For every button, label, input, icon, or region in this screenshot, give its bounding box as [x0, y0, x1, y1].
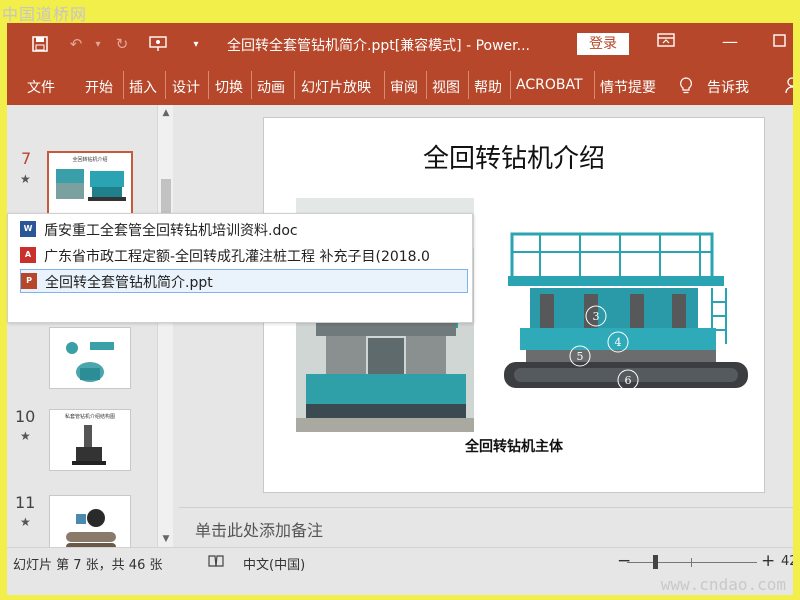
tab-separator [384, 71, 385, 99]
zoom-slider-track[interactable] [627, 562, 757, 563]
recent-file-label: 全回转全套管钻机简介.ppt [45, 275, 213, 291]
slide-caption[interactable]: 全回转钻机主体 [264, 436, 764, 456]
maximize-icon[interactable] [773, 32, 786, 51]
lightbulb-icon[interactable] [679, 77, 693, 99]
tab-review[interactable]: 审阅 [390, 77, 418, 97]
tab-help[interactable]: 帮助 [474, 77, 502, 97]
tab-design[interactable]: 设计 [172, 77, 200, 97]
undo-dropdown-icon[interactable]: ▾ [87, 33, 109, 55]
watermark-top: 中国道桥网 [2, 5, 88, 24]
recent-file-item[interactable]: A 广东省市政工程定额-全回转成孔灌注桩工程 补充子目(2018.0 [20, 244, 468, 266]
thumbnail-image [56, 169, 126, 201]
recent-files-popup: W 盾安重工全套管全回转钻机培训资料.doc A 广东省市政工程定额-全回转成孔… [7, 213, 473, 323]
minimize-icon[interactable]: — [722, 32, 738, 51]
login-button[interactable]: 登录 [577, 33, 629, 55]
recent-file-label: 广东省市政工程定额-全回转成孔灌注桩工程 补充子目(2018.0 [44, 249, 430, 265]
tab-separator [510, 71, 511, 99]
tab-home[interactable]: 开始 [85, 77, 113, 97]
zoom-slider-midmark [691, 558, 692, 567]
customize-toolbar-icon[interactable]: ▾ [185, 33, 207, 55]
zoom-out-button[interactable]: − [617, 551, 631, 571]
thumbnail-scrollbar[interactable]: ▲ ▼ [157, 105, 173, 547]
zoom-in-button[interactable]: + [761, 551, 775, 571]
tab-separator [426, 71, 427, 99]
thumbnail-image [66, 342, 114, 382]
callout-label: 3 [593, 310, 600, 323]
slide-thumbnail-7[interactable]: 全回转钻机介绍 [47, 151, 133, 219]
tab-animations[interactable]: 动画 [257, 77, 285, 97]
scroll-up-icon[interactable]: ▲ [158, 105, 174, 121]
recent-file-item[interactable]: W 盾安重工全套管全回转钻机培训资料.doc [20, 218, 468, 240]
document-title: 全回转全套管钻机简介.ppt[兼容模式] - Power... [227, 38, 530, 54]
ribbon-display-options-icon[interactable] [657, 32, 675, 52]
animation-star-icon: ★ [20, 172, 31, 186]
title-bar: ↶ ▾ ↻ ▾ 全回转全套管钻机简介.ppt[兼容模式] - Power... … [7, 23, 793, 65]
callout-label: 5 [577, 350, 584, 363]
account-icon[interactable] [785, 77, 793, 97]
ribbon-tabs: 文件 开始 插入 设计 切换 动画 幻灯片放映 审阅 视图 帮助 ACROBAT… [7, 65, 793, 105]
slide-number: 7 [21, 149, 32, 168]
tab-slideshow[interactable]: 幻灯片放映 [301, 77, 371, 97]
slide-thumbnail-10[interactable]: 私套管钻机介绍结构图 [49, 409, 131, 471]
watermark-bottom: www.cndao.com [660, 575, 786, 594]
slide-thumbnail-9[interactable] [49, 327, 131, 389]
callout-label: 6 [625, 374, 632, 387]
zoom-slider-knob[interactable] [653, 555, 658, 569]
slide-number: 11 [15, 493, 36, 512]
tab-separator [251, 71, 252, 99]
thumbnail-title: 私套管钻机介绍结构图 [64, 414, 115, 420]
slide-number: 10 [15, 407, 36, 426]
undo-icon[interactable]: ↶ [65, 33, 87, 55]
tab-separator [165, 71, 166, 99]
word-doc-icon: W [20, 221, 36, 237]
save-icon[interactable] [29, 33, 51, 55]
powerpoint-icon: P [21, 273, 37, 289]
notes-placeholder[interactable]: 单击此处添加备注 [195, 517, 323, 541]
animation-star-icon: ★ [20, 429, 31, 443]
tab-transitions[interactable]: 切换 [215, 77, 243, 97]
redo-icon[interactable]: ↻ [111, 33, 133, 55]
tab-file[interactable]: 文件 [27, 77, 55, 97]
tell-me-search[interactable]: 告诉我 [707, 77, 749, 97]
zoom-level[interactable]: 42 [781, 554, 793, 569]
tab-view[interactable]: 视图 [432, 77, 460, 97]
slide-count-status[interactable]: 幻灯片 第 7 张，共 46 张 [13, 554, 162, 573]
notes-pane[interactable]: 单击此处添加备注 [179, 507, 793, 547]
tab-acrobat[interactable]: ACROBAT [516, 77, 583, 93]
tab-separator [594, 71, 595, 99]
callout-label: 4 [615, 336, 622, 349]
spell-check-icon[interactable] [207, 554, 225, 572]
language-status[interactable]: 中文(中国) [243, 554, 305, 573]
tab-separator [123, 71, 124, 99]
tab-separator [294, 71, 295, 99]
status-bar: 幻灯片 第 7 张，共 46 张 中文(中国) − + 42 [7, 547, 793, 575]
recent-file-item-selected[interactable]: P 全回转全套管钻机简介.ppt [20, 269, 468, 293]
thumbnail-image [72, 425, 106, 465]
tab-storyboard[interactable]: 情节提要 [600, 77, 656, 97]
tab-separator [468, 71, 469, 99]
animation-star-icon: ★ [20, 515, 31, 529]
thumbnail-title: 全回转钻机介绍 [72, 157, 108, 163]
scroll-down-icon[interactable]: ▼ [158, 531, 174, 547]
tab-insert[interactable]: 插入 [129, 77, 157, 97]
drill-rig-illustration[interactable]: 3 4 5 6 [500, 214, 750, 414]
tab-separator [208, 71, 209, 99]
slide-thumbnail-pane[interactable]: 7 ★ 全回转钻机介绍 10 ★ 私套管钻机介绍结构图 11 ★ ▲ ▼ [7, 105, 179, 557]
slide-title[interactable]: 全回转钻机介绍 [264, 138, 764, 175]
recent-file-label: 盾安重工全套管全回转钻机培训资料.doc [44, 223, 298, 239]
present-from-start-icon[interactable] [147, 33, 169, 55]
pdf-icon: A [20, 247, 36, 263]
